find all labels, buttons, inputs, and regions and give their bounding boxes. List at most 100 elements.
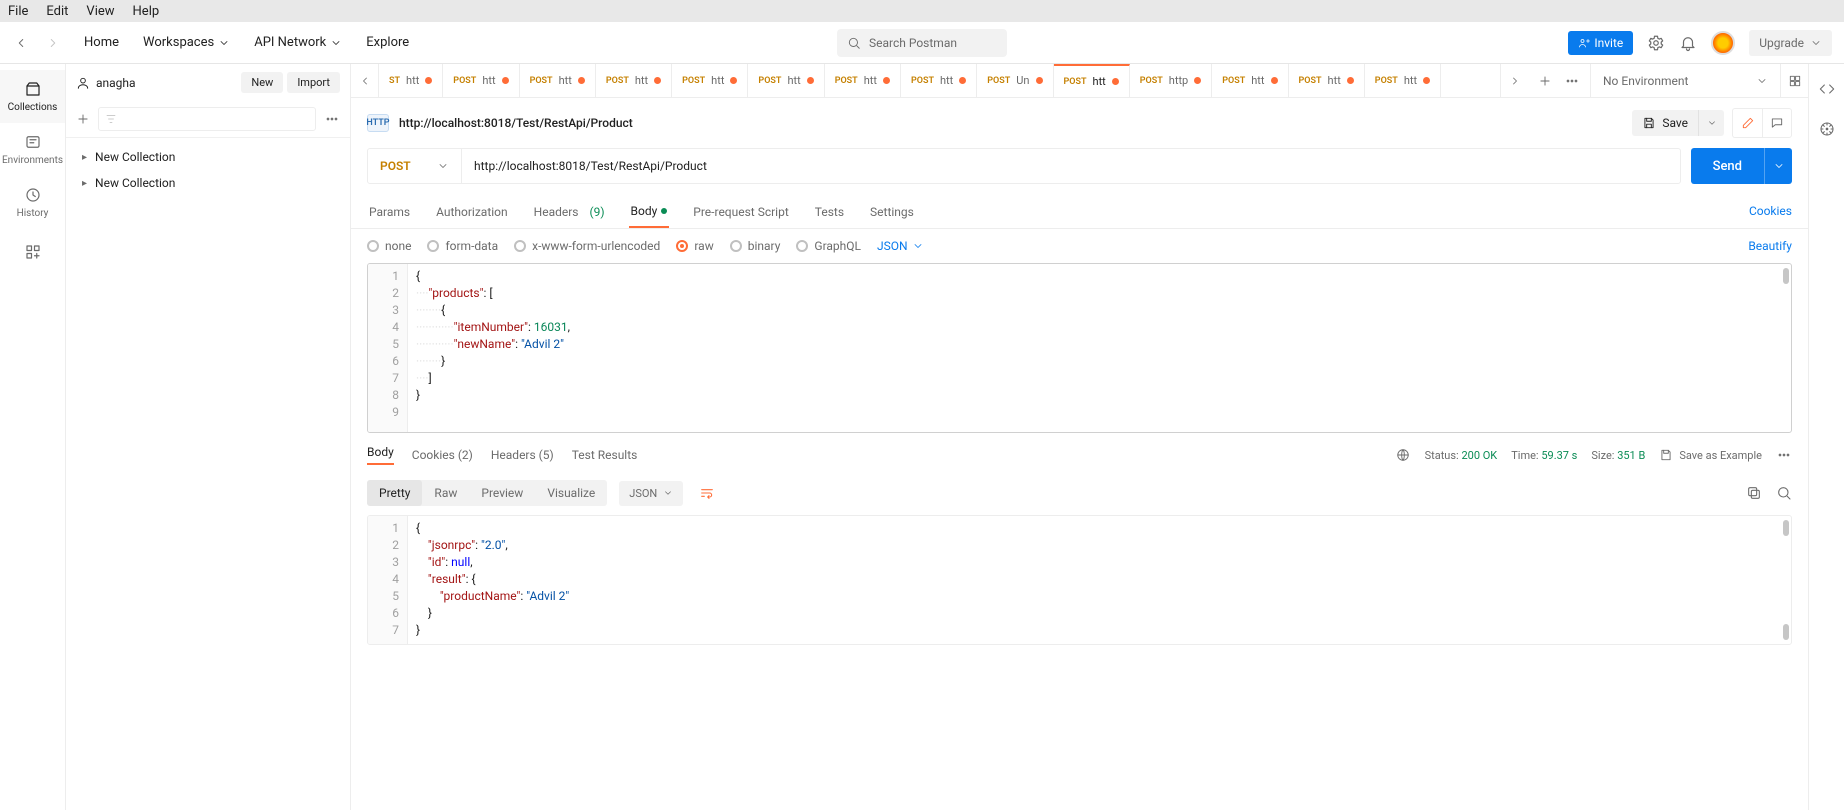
app-header: Home Workspaces API Network Explore Sear… — [0, 22, 1844, 64]
send-button[interactable]: Send — [1691, 148, 1764, 184]
resp-tab-body[interactable]: Body — [367, 445, 394, 465]
nav-explore[interactable]: Explore — [366, 35, 409, 50]
tab-settings[interactable]: Settings — [868, 196, 916, 228]
new-button[interactable]: New — [241, 72, 283, 93]
request-tab[interactable]: POSThtt — [1054, 64, 1130, 97]
environment-select[interactable]: No Environment — [1590, 64, 1780, 97]
tab-params[interactable]: Params — [367, 196, 412, 228]
sidebar-filter[interactable] — [98, 107, 316, 131]
plus-icon[interactable] — [76, 112, 90, 126]
tabs-scroll-left[interactable] — [351, 64, 379, 97]
rail-collections[interactable]: Collections — [0, 70, 65, 123]
nav-home[interactable]: Home — [84, 35, 119, 50]
request-tab[interactable]: POSTUn — [977, 64, 1053, 97]
view-preview[interactable]: Preview — [469, 480, 535, 506]
url-input[interactable]: http://localhost:8018/Test/RestApi/Produ… — [462, 149, 1680, 183]
collections-list: ▸New Collection▸New Collection — [66, 138, 350, 202]
body-graphql[interactable]: GraphQL — [796, 239, 861, 253]
menu-file[interactable]: File — [8, 4, 28, 19]
request-tab[interactable]: POSThtt — [520, 64, 596, 97]
rail-history[interactable]: History — [0, 176, 65, 229]
tabs-scroll-right[interactable] — [1500, 64, 1528, 97]
request-title[interactable]: http://localhost:8018/Test/RestApi/Produ… — [399, 116, 633, 130]
collection-item[interactable]: ▸New Collection — [66, 144, 350, 170]
body-form-data[interactable]: form-data — [427, 239, 498, 253]
tab-headers[interactable]: Headers (9) — [532, 196, 607, 228]
save-example-button[interactable]: Save as Example — [1659, 448, 1762, 462]
globe-icon[interactable] — [1395, 447, 1411, 463]
response-body-editor[interactable]: 1234567 { "jsonrpc": "2.0", "id": null, … — [367, 515, 1792, 645]
scrollbar-icon[interactable] — [1783, 268, 1789, 284]
request-tab[interactable]: POSThtt — [748, 64, 824, 97]
body-type-row: none form-data x-www-form-urlencoded raw… — [351, 229, 1808, 263]
rail-more[interactable] — [0, 233, 65, 271]
resp-tab-headers[interactable]: Headers (5) — [491, 448, 554, 462]
request-tab[interactable]: POSThtt — [825, 64, 901, 97]
view-pretty[interactable]: Pretty — [367, 480, 422, 506]
request-tab[interactable]: POSThtt — [901, 64, 977, 97]
scrollbar-icon[interactable] — [1783, 520, 1789, 536]
body-lang-select[interactable]: JSON — [877, 239, 924, 253]
nav-back-icon[interactable] — [12, 34, 30, 52]
rail-environments[interactable]: Environments — [0, 123, 65, 176]
beautify-link[interactable]: Beautify — [1748, 239, 1792, 253]
resp-tab-tests[interactable]: Test Results — [572, 448, 638, 462]
request-body-editor[interactable]: 123456789 { ····"products": [ ········{ … — [367, 263, 1792, 433]
body-raw[interactable]: raw — [676, 239, 713, 253]
view-raw[interactable]: Raw — [422, 480, 469, 506]
import-button[interactable]: Import — [287, 72, 340, 93]
tab-body[interactable]: Body — [629, 196, 670, 228]
nav-api-network[interactable]: API Network — [254, 35, 342, 50]
scrollbar-icon[interactable] — [1783, 624, 1789, 640]
request-tab[interactable]: POSThtt — [1212, 64, 1288, 97]
menu-view[interactable]: View — [86, 4, 114, 19]
copy-icon[interactable] — [1746, 485, 1762, 501]
edit-icon[interactable] — [1732, 108, 1762, 138]
new-tab-icon[interactable] — [1538, 74, 1552, 88]
tab-authorization[interactable]: Authorization — [434, 196, 510, 228]
cookies-link[interactable]: Cookies — [1749, 196, 1792, 228]
request-tab[interactable]: POSThtt — [1289, 64, 1365, 97]
menu-help[interactable]: Help — [133, 4, 160, 19]
menu-edit[interactable]: Edit — [46, 4, 68, 19]
method-select[interactable]: POST — [368, 149, 462, 183]
tab-prerequest[interactable]: Pre-request Script — [691, 196, 790, 228]
save-button[interactable]: Save — [1632, 110, 1698, 136]
nav-forward-icon[interactable] — [44, 34, 62, 52]
upgrade-button[interactable]: Upgrade — [1749, 30, 1832, 56]
comments-icon[interactable] — [1762, 108, 1792, 138]
resp-tab-cookies[interactable]: Cookies (2) — [412, 448, 473, 462]
body-none[interactable]: none — [367, 239, 411, 253]
request-tab[interactable]: POSThttp — [1130, 64, 1212, 97]
global-search[interactable]: Search Postman — [837, 29, 1007, 57]
more-icon[interactable] — [324, 111, 340, 127]
body-urlencoded[interactable]: x-www-form-urlencoded — [514, 239, 660, 253]
notifications-icon[interactable] — [1679, 34, 1697, 52]
user-avatar[interactable] — [1711, 31, 1735, 55]
response-format-select[interactable]: JSON — [619, 481, 683, 506]
more-icon[interactable] — [1776, 447, 1792, 463]
workspace-user[interactable]: anagha — [76, 76, 136, 90]
view-visualize[interactable]: Visualize — [535, 480, 607, 506]
send-dropdown[interactable] — [1764, 148, 1792, 184]
request-tab[interactable]: SThtt — [379, 64, 443, 97]
tab-more-icon[interactable] — [1564, 73, 1580, 89]
time-label: Time: 59.37 s — [1511, 449, 1577, 462]
request-tab[interactable]: POSThtt — [672, 64, 748, 97]
chevron-down-icon — [218, 37, 230, 49]
info-icon[interactable] — [1818, 120, 1836, 138]
request-tab[interactable]: POSThtt — [596, 64, 672, 97]
tab-tests[interactable]: Tests — [813, 196, 846, 228]
collection-item[interactable]: ▸New Collection — [66, 170, 350, 196]
code-icon[interactable] — [1818, 80, 1836, 98]
invite-button[interactable]: Invite — [1568, 31, 1633, 55]
request-tab[interactable]: POSThtt — [1365, 64, 1441, 97]
search-icon[interactable] — [1776, 485, 1792, 501]
settings-icon[interactable] — [1647, 34, 1665, 52]
save-dropdown[interactable] — [1698, 110, 1724, 136]
wrap-lines-icon[interactable] — [693, 479, 721, 507]
env-quicklook-icon[interactable] — [1780, 64, 1808, 97]
body-binary[interactable]: binary — [730, 239, 781, 253]
nav-workspaces[interactable]: Workspaces — [143, 35, 230, 50]
request-tab[interactable]: POSThtt — [443, 64, 519, 97]
